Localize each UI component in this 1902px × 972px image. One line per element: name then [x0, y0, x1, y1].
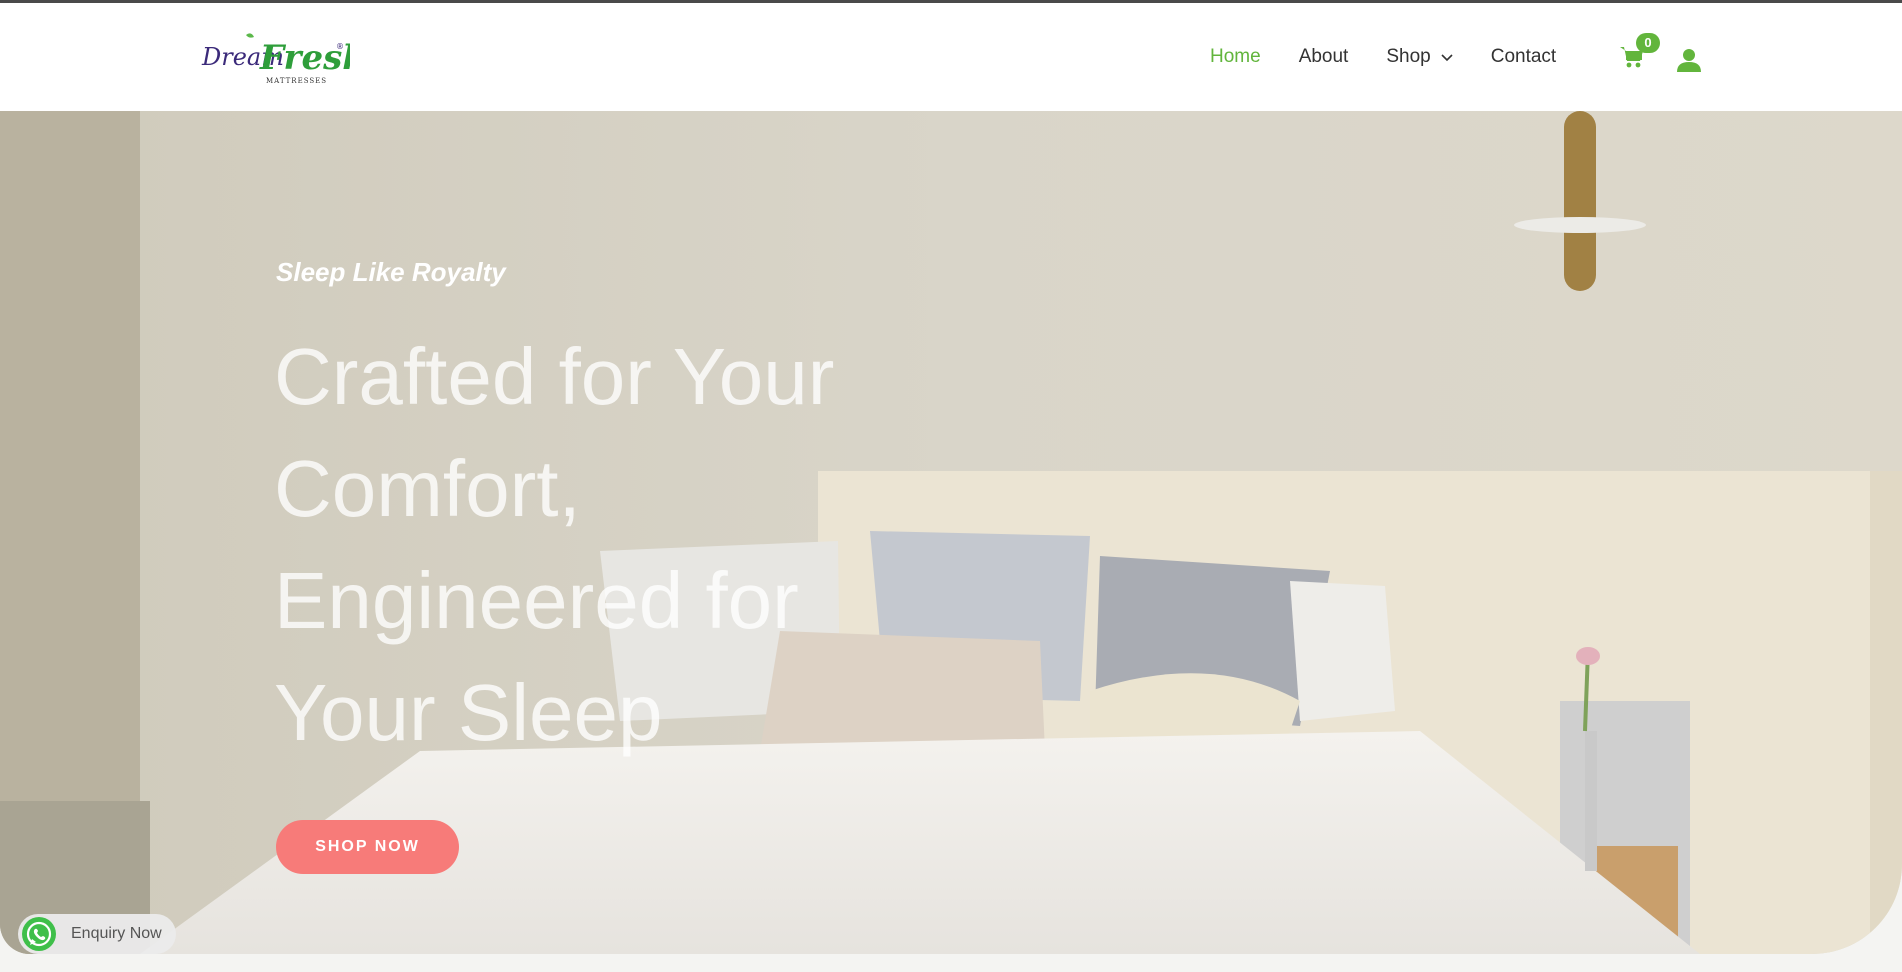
brand-logo[interactable]: Dream Fresh ® MATTRESSES [200, 29, 350, 89]
site-header: Dream Fresh ® MATTRESSES Home About Shop… [0, 3, 1902, 111]
nav-contact[interactable]: Contact [1491, 46, 1556, 68]
user-icon[interactable] [1676, 47, 1702, 73]
enquiry-label: Enquiry Now [71, 925, 162, 942]
hero-section: Sleep Like Royalty Crafted for Your Comf… [0, 111, 1902, 954]
svg-text:MATTRESSES: MATTRESSES [266, 77, 327, 85]
whatsapp-enquiry-button[interactable]: Enquiry Now [18, 914, 176, 954]
cart-count-badge: 0 [1636, 33, 1660, 53]
chevron-down-icon [1441, 46, 1453, 68]
svg-text:®: ® [336, 42, 344, 51]
whatsapp-icon [21, 916, 57, 952]
nav-about[interactable]: About [1299, 46, 1349, 68]
hero-headline: Crafted for Your Comfort, Engineered for… [274, 332, 835, 757]
shop-now-button[interactable]: SHOP NOW [276, 820, 459, 874]
hero-tagline: Sleep Like Royalty [276, 257, 506, 287]
main-nav: Home About Shop Contact [1210, 3, 1594, 111]
nav-home[interactable]: Home [1210, 46, 1261, 68]
nav-shop[interactable]: Shop [1386, 46, 1453, 68]
